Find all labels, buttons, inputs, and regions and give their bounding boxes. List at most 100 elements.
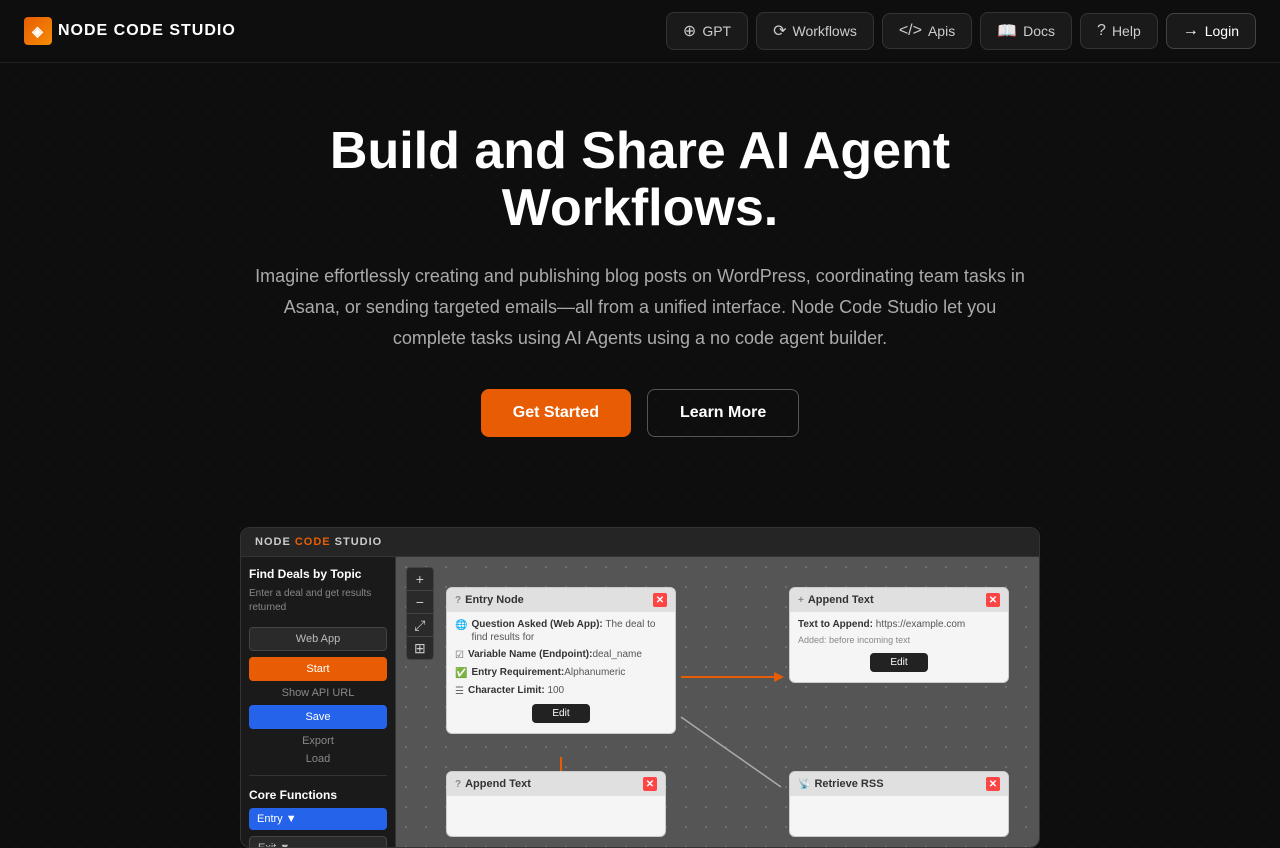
help-label: Help — [1112, 23, 1141, 39]
text-append-value: https://example.com — [876, 619, 965, 630]
login-icon: → — [1183, 22, 1199, 40]
append-node-2-title: Append Text — [465, 778, 643, 790]
entry-node-header: ? Entry Node ✕ — [447, 588, 675, 612]
workflows-icon: ⟳ — [773, 21, 786, 41]
docs-icon: 📖 — [997, 21, 1017, 41]
logo-text: NODE CODE STUDIO — [58, 22, 236, 40]
apis-icon: </> — [899, 22, 922, 40]
retrieve-rss-body — [790, 796, 1008, 836]
learn-more-button[interactable]: Learn More — [647, 389, 799, 437]
header: ◈ NODE CODE STUDIO ⊕ GPT ⟳ Workflows </>… — [0, 0, 1280, 63]
gpt-button[interactable]: ⊕ GPT — [666, 12, 748, 50]
login-button[interactable]: → Login — [1166, 13, 1256, 49]
zoom-out-button[interactable]: − — [407, 591, 433, 614]
append-1-edit-button[interactable]: Edit — [870, 653, 927, 672]
variable-value: deal_name — [592, 649, 641, 660]
help-icon: ? — [1097, 22, 1106, 40]
demo-titlebar: NODE CODE STUDIO — [241, 528, 1039, 557]
demo-sidebar: Find Deals by Topic Enter a deal and get… — [241, 557, 396, 847]
demo-body: Find Deals by Topic Enter a deal and get… — [241, 557, 1039, 847]
hero-title: Build and Share AI Agent Workflows. — [190, 123, 1090, 237]
logo: ◈ NODE CODE STUDIO — [24, 17, 236, 45]
append-node-1-header: + Append Text ✕ — [790, 588, 1008, 612]
main-nav: ⊕ GPT ⟳ Workflows </> Apis 📖 Docs ? Help… — [666, 12, 1256, 50]
hero-subtitle: Imagine effortlessly creating and publis… — [250, 261, 1030, 353]
export-link[interactable]: Export — [249, 735, 387, 747]
added-value: before incoming text — [829, 635, 910, 645]
zoom-in-button[interactable]: + — [407, 568, 433, 591]
hero-section: Build and Share AI Agent Workflows. Imag… — [0, 63, 1280, 527]
sidebar-divider — [249, 775, 387, 776]
gpt-label: GPT — [702, 23, 731, 39]
char-limit-label: Character Limit: — [468, 685, 545, 696]
demo-window: NODE CODE STUDIO Find Deals by Topic Ent… — [240, 527, 1040, 848]
workflow-desc: Enter a deal and get results returned — [249, 587, 387, 615]
workflows-button[interactable]: ⟳ Workflows — [756, 12, 874, 50]
entry-node-body: 🌐 Question Asked (Web App): The deal to … — [447, 612, 675, 733]
show-api-url-link[interactable]: Show API URL — [249, 687, 387, 699]
docs-label: Docs — [1023, 23, 1055, 39]
entry-req-value: Alphanumeric — [564, 667, 625, 678]
exit-dropdown-label: Exit ▼ — [258, 842, 290, 848]
exit-dropdown[interactable]: Exit ▼ — [249, 836, 387, 848]
gpt-icon: ⊕ — [683, 21, 696, 41]
text-append-label: Text to Append: — [798, 619, 873, 630]
entry-edit-button[interactable]: Edit — [532, 704, 589, 723]
retrieve-rss-close[interactable]: ✕ — [986, 777, 1000, 791]
append-node-1: + Append Text ✕ Text to Append: https://… — [789, 587, 1009, 683]
question-label: Question Asked (Web App): — [471, 619, 602, 630]
entry-question-row: 🌐 Question Asked (Web App): The deal to … — [455, 618, 667, 644]
append-node-1-title: Append Text — [808, 594, 986, 606]
entry-node-question-mark: ? — [455, 595, 461, 606]
login-label: Login — [1205, 23, 1239, 39]
start-button[interactable]: Start — [249, 657, 387, 681]
append-node-2-plus: ? — [455, 779, 461, 790]
entry-node: ? Entry Node ✕ 🌐 Question Asked (Web App… — [446, 587, 676, 734]
added-row: Added: before incoming text — [798, 635, 1000, 647]
retrieve-rss-node: 📡 Retrieve RSS ✕ — [789, 771, 1009, 837]
workflow-canvas[interactable]: + − ⤢ ⊞ ? Entry Node — [396, 557, 1039, 847]
char-limit-row: ☰ Character Limit: 100 — [455, 684, 667, 698]
retrieve-icon: 📡 — [798, 779, 810, 790]
append-node-1-close[interactable]: ✕ — [986, 593, 1000, 607]
append-node-2-close[interactable]: ✕ — [643, 777, 657, 791]
globe-icon: 🌐 — [455, 619, 467, 632]
entry-dropdown-label: Entry ▼ — [257, 813, 297, 825]
load-link[interactable]: Load — [249, 753, 387, 765]
variable-icon: ☑ — [455, 649, 464, 662]
workflows-label: Workflows — [793, 23, 857, 39]
entry-req-label: Entry Requirement: — [471, 667, 564, 678]
zoom-reset-button[interactable]: ⊞ — [407, 637, 433, 659]
core-functions-label: Core Functions — [249, 788, 387, 802]
char-limit-value: 100 — [547, 685, 564, 696]
entry-node-title: Entry Node — [465, 594, 653, 606]
entry-node-close[interactable]: ✕ — [653, 593, 667, 607]
zoom-controls: + − ⤢ ⊞ — [406, 567, 434, 660]
workflow-title: Find Deals by Topic — [249, 567, 387, 581]
apis-label: Apis — [928, 23, 955, 39]
entry-req-row: ✅ Entry Requirement:Alphanumeric — [455, 666, 667, 680]
retrieve-rss-header: 📡 Retrieve RSS ✕ — [790, 772, 1008, 796]
get-started-button[interactable]: Get Started — [481, 389, 631, 437]
help-button[interactable]: ? Help — [1080, 13, 1158, 49]
append-node-2: ? Append Text ✕ — [446, 771, 666, 837]
entry-variable-row: ☑ Variable Name (Endpoint):deal_name — [455, 648, 667, 662]
variable-label: Variable Name (Endpoint): — [468, 649, 592, 660]
req-icon: ✅ — [455, 667, 467, 680]
zoom-fit-button[interactable]: ⤢ — [407, 614, 433, 637]
char-icon: ☰ — [455, 685, 464, 698]
logo-icon: ◈ — [24, 17, 52, 45]
apis-button[interactable]: </> Apis — [882, 13, 972, 49]
entry-dropdown[interactable]: Entry ▼ — [249, 808, 387, 830]
hero-buttons: Get Started Learn More — [20, 389, 1260, 437]
append-node-2-body — [447, 796, 665, 836]
retrieve-rss-title: Retrieve RSS — [814, 778, 986, 790]
web-app-button[interactable]: Web App — [249, 627, 387, 651]
demo-titlebar-logo: NODE CODE STUDIO — [255, 536, 382, 548]
append-node-1-body: Text to Append: https://example.com Adde… — [790, 612, 1008, 682]
save-button[interactable]: Save — [249, 705, 387, 729]
append-text-row: Text to Append: https://example.com — [798, 618, 1000, 631]
added-label: Added: — [798, 635, 827, 645]
docs-button[interactable]: 📖 Docs — [980, 12, 1072, 50]
append-node-1-plus: + — [798, 595, 804, 606]
